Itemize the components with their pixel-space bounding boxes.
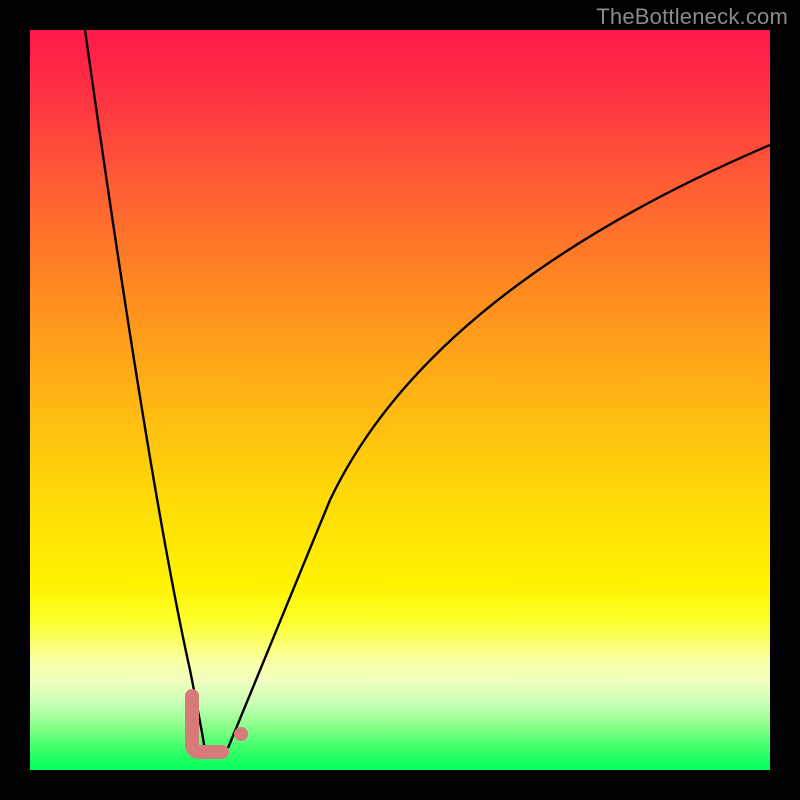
l-shape-marker-icon [192, 696, 222, 752]
curve-right [228, 145, 770, 748]
marker-dot [234, 727, 248, 741]
curve-left [85, 30, 205, 750]
watermark-text: TheBottleneck.com [596, 4, 788, 30]
curve-overlay [30, 30, 770, 770]
chart-frame [30, 30, 770, 770]
